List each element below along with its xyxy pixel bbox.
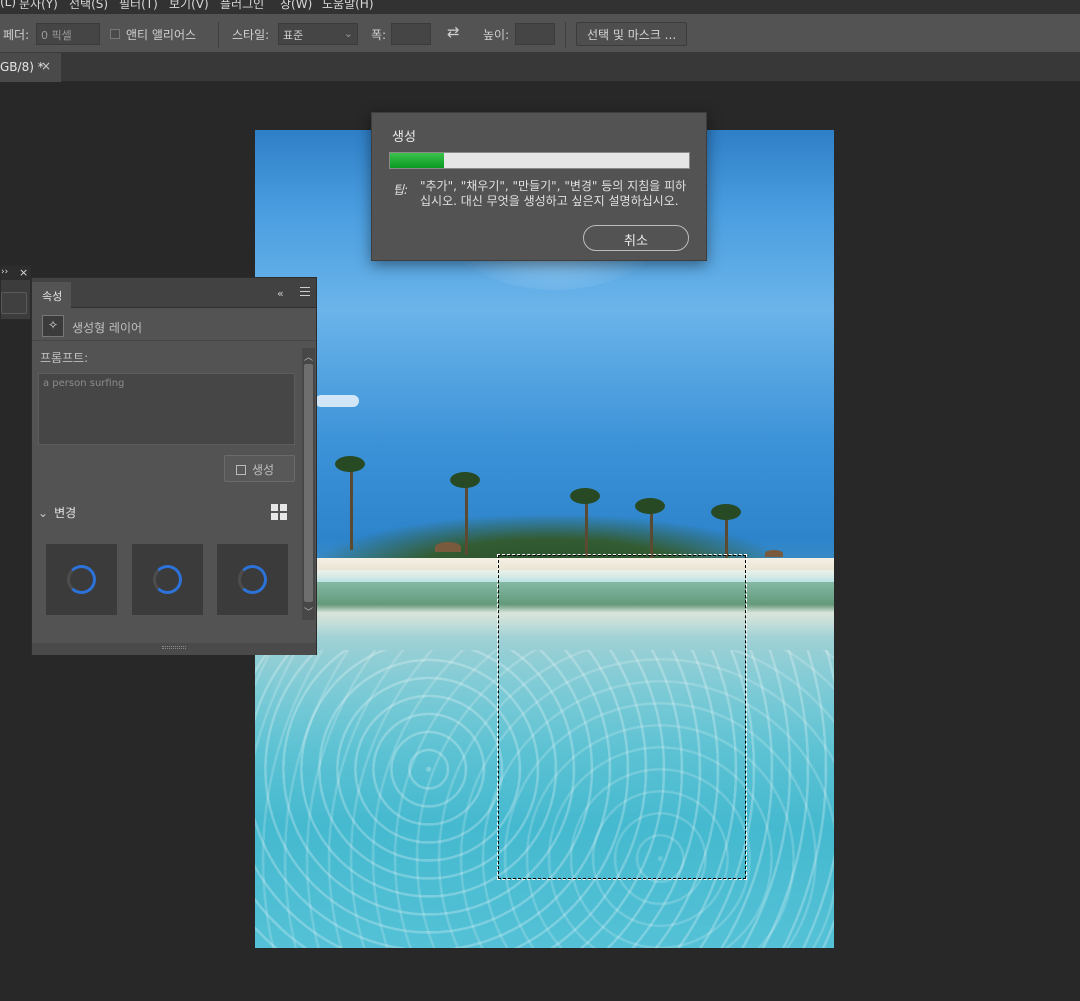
palm-trunk xyxy=(585,495,588,557)
menu-item-window[interactable]: 창(W) xyxy=(280,0,312,12)
variation-thumbnail[interactable] xyxy=(46,544,117,615)
antialias-label: 앤티 앨리어스 xyxy=(126,28,197,42)
options-bar: 페더: 0 픽셀 앤티 앨리어스 스타일: 표준 ⌄ 폭: ⇄ 높이: 선택 및 … xyxy=(0,14,1080,53)
menu-item-type[interactable]: 문자(Y) xyxy=(19,0,58,12)
style-label: 스타일: xyxy=(232,28,270,42)
generate-progress-dialog: 생성 팁: "추가", "채우기", "만들기", "변경" 등의 지침을 피하… xyxy=(371,112,707,261)
prompt-input[interactable]: a person surfing xyxy=(38,373,295,445)
feather-input[interactable]: 0 픽셀 xyxy=(36,23,100,45)
generate-button[interactable]: 생성 xyxy=(224,455,295,482)
palm-frond xyxy=(635,498,665,514)
variation-thumbnail[interactable] xyxy=(217,544,288,615)
panel-scrollbar[interactable]: ︿ ﹀ xyxy=(302,348,315,620)
collapsed-panel: ›› × xyxy=(0,265,31,320)
beach-umbrella xyxy=(765,550,783,557)
properties-panel: 속성 « ✧ 생성형 레이어 프롬프트: a person surfing 생성… xyxy=(31,277,317,655)
palm-frond xyxy=(570,488,600,504)
scroll-up-icon[interactable]: ︿ xyxy=(304,350,313,363)
swap-icon[interactable]: ⇄ xyxy=(447,23,460,41)
layer-type-row: ✧ 생성형 레이어 xyxy=(32,309,316,341)
loading-spinner-icon xyxy=(67,565,96,594)
height-input[interactable] xyxy=(515,23,555,45)
document-tab[interactable]: GB/8) * × xyxy=(0,53,61,82)
cancel-button[interactable]: 취소 xyxy=(583,225,689,251)
prompt-label: 프롬프트: xyxy=(40,351,89,365)
palm-frond xyxy=(450,472,480,488)
generate-icon xyxy=(236,465,246,475)
style-select-value: 표준 xyxy=(283,29,304,42)
resize-grip[interactable] xyxy=(162,646,186,649)
menu-item-select[interactable]: 선택(S) xyxy=(69,0,108,12)
tip-text: "추가", "채우기", "만들기", "변경" 등의 지침을 피하십시오. 대… xyxy=(420,179,687,208)
dialog-title: 생성 xyxy=(392,130,416,145)
loading-spinner-icon xyxy=(153,565,182,594)
select-and-mask-button[interactable]: 선택 및 마스크 ... xyxy=(576,22,688,46)
progress-bar-fill xyxy=(390,153,444,168)
collapsed-panel-header: ›› × xyxy=(1,266,31,280)
variations-header[interactable]: ⌄ 변경 xyxy=(38,504,76,521)
width-input[interactable] xyxy=(391,23,431,45)
layer-type-label: 생성형 레이어 xyxy=(72,321,143,335)
menu-item-help[interactable]: 도움말(H) xyxy=(322,0,374,12)
tip-label: 팁: xyxy=(393,183,409,197)
menu-item-plugins[interactable]: 플러그인 xyxy=(220,0,264,12)
palm-trunk xyxy=(465,480,468,555)
collapsed-panel-field[interactable] xyxy=(1,292,27,314)
chevron-down-icon: ⌄ xyxy=(38,506,49,520)
style-select[interactable]: 표준 ⌄ xyxy=(278,23,358,45)
feather-label: 페더: xyxy=(3,28,30,42)
scroll-thumb[interactable] xyxy=(304,364,313,602)
collapse-panel-icon[interactable]: « xyxy=(277,287,284,300)
document-tab-label: GB/8) * xyxy=(0,60,44,74)
cloud xyxy=(315,395,359,407)
expand-icon[interactable]: ›› xyxy=(1,267,8,277)
generate-button-label: 생성 xyxy=(252,463,275,477)
tab-properties[interactable]: 속성 xyxy=(32,282,71,308)
panel-menu-icon[interactable] xyxy=(300,287,310,296)
beach-hut xyxy=(435,542,461,552)
chevron-down-icon: ⌄ xyxy=(343,27,353,40)
options-divider xyxy=(565,22,566,48)
close-icon[interactable]: × xyxy=(19,266,28,279)
variation-thumbnail[interactable] xyxy=(132,544,203,615)
palm-frond xyxy=(335,456,365,472)
menu-item-view[interactable]: 보기(V) xyxy=(169,0,209,12)
document-tab-strip: GB/8) * × xyxy=(0,53,1080,82)
palm-trunk xyxy=(350,465,353,550)
selection-marquee[interactable] xyxy=(497,554,747,880)
palm-frond xyxy=(711,504,741,520)
progress-bar xyxy=(389,152,690,169)
width-label: 폭: xyxy=(371,28,387,42)
menu-item-filter[interactable]: 필터(T) xyxy=(119,0,158,12)
options-divider xyxy=(218,22,219,48)
generative-layer-icon: ✧ xyxy=(42,315,64,337)
grid-view-icon[interactable] xyxy=(271,504,287,520)
properties-tab-bar: 속성 « xyxy=(32,278,316,308)
variations-label: 변경 xyxy=(54,506,77,520)
scroll-down-icon[interactable]: ﹀ xyxy=(304,605,313,618)
menu-bar: (L) 문자(Y) 선택(S) 필터(T) 보기(V) 플러그인 창(W) 도움… xyxy=(0,0,1080,14)
close-icon[interactable]: × xyxy=(41,59,51,73)
menu-item-layer[interactable]: (L) xyxy=(0,0,16,9)
loading-spinner-icon xyxy=(238,565,267,594)
antialias-checkbox[interactable] xyxy=(110,29,120,39)
height-label: 높이: xyxy=(483,28,510,42)
panel-footer xyxy=(32,643,316,655)
